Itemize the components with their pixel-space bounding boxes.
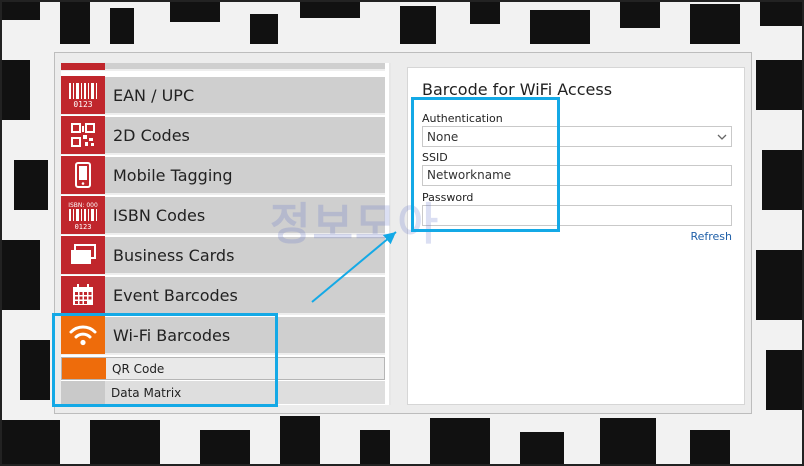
arrow-line [311, 231, 397, 303]
annotation-arrow [311, 231, 397, 303]
